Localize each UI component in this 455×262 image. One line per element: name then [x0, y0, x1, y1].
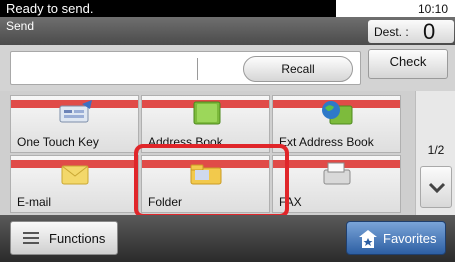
send-header: Send Dest. : 0 — [0, 17, 455, 45]
favorites-button[interactable]: Favorites — [346, 221, 446, 255]
favorites-icon — [359, 230, 377, 248]
favorites-label: Favorites — [383, 231, 437, 246]
tile-label: E-mail — [17, 195, 52, 209]
status-bar: Ready to send. 10:10 — [0, 0, 455, 17]
tile-email[interactable]: E-mail — [10, 155, 139, 213]
scroll-down-button[interactable] — [420, 166, 452, 208]
check-button[interactable]: Check — [368, 49, 448, 79]
selection-highlight — [134, 144, 289, 218]
one-touch-key-icon — [59, 100, 92, 123]
destination-counter: Dest. : 0 — [368, 19, 454, 44]
pager: 1/2 — [415, 91, 455, 215]
clock: 10:10 — [417, 2, 448, 16]
recall-button[interactable]: Recall — [243, 56, 353, 82]
tile-fax[interactable]: FAX — [272, 155, 401, 213]
tile-label: One Touch Key — [17, 135, 99, 149]
bottom-bar: Functions Favorites — [0, 215, 455, 262]
chevron-down-icon — [428, 182, 446, 194]
tile-ext-address-book[interactable]: Ext Address Book — [272, 95, 401, 153]
dest-count: 0 — [423, 19, 436, 44]
functions-icon — [23, 232, 39, 244]
destination-field[interactable]: Recall — [10, 51, 361, 85]
field-divider — [197, 58, 198, 80]
email-icon — [61, 165, 88, 185]
clock-area: 10:10 — [336, 0, 455, 17]
page-title: Send — [6, 19, 35, 33]
page-indicator: 1/2 — [427, 143, 445, 157]
address-book-icon — [193, 101, 220, 125]
tile-one-touch-key[interactable]: One Touch Key — [10, 95, 139, 153]
fax-icon — [323, 162, 350, 185]
tile-label: Ext Address Book — [279, 135, 374, 149]
dest-label: Dest. : — [374, 25, 409, 39]
functions-button[interactable]: Functions — [10, 221, 118, 255]
status-message: Ready to send. — [6, 1, 94, 16]
destination-row: Recall Check — [0, 45, 455, 91]
functions-label: Functions — [49, 231, 106, 246]
ext-address-book-icon — [321, 101, 352, 125]
